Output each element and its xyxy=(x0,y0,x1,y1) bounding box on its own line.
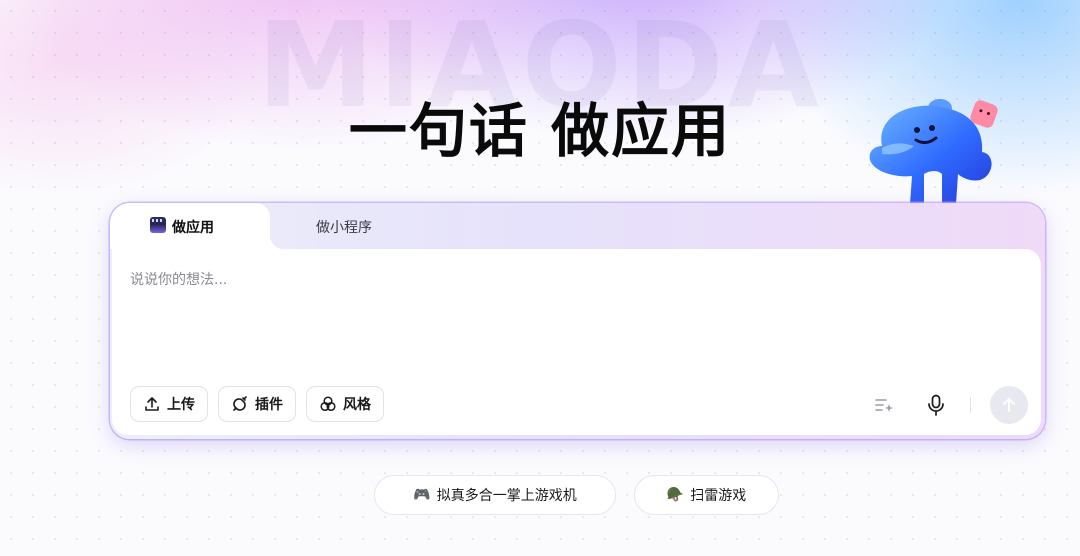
prompt-composer: 做应用 做小程序 上传 插件 风格 xyxy=(110,203,1045,439)
arrow-up-icon xyxy=(1003,398,1015,412)
gamepad-icon: 🎮 xyxy=(413,487,431,503)
composer-body: 上传 插件 风格 xyxy=(112,249,1041,435)
prompt-enhance-icon xyxy=(875,399,893,412)
plugin-button-label: 插件 xyxy=(255,397,283,413)
prompt-input[interactable] xyxy=(130,269,1010,369)
microphone-button[interactable] xyxy=(922,391,950,419)
upload-icon xyxy=(145,397,159,411)
tab-mini-program[interactable]: 做小程序 xyxy=(316,217,372,237)
upload-button[interactable]: 上传 xyxy=(130,386,208,422)
style-icon xyxy=(320,396,336,412)
plugin-icon xyxy=(233,396,247,411)
send-button[interactable] xyxy=(990,386,1028,424)
style-button[interactable]: 风格 xyxy=(306,386,384,422)
helmet-icon: 🪖 xyxy=(666,487,685,503)
prompt-enhance-button[interactable] xyxy=(870,391,898,419)
microphone-icon xyxy=(928,394,944,416)
suggestion-chip-minesweeper[interactable]: 🪖 扫雷游戏 xyxy=(634,475,779,515)
upload-button-label: 上传 xyxy=(167,397,195,413)
mascot-illustration xyxy=(862,96,1012,208)
app-window-icon xyxy=(150,217,166,233)
tab-app-label[interactable]: 做应用 xyxy=(172,217,214,237)
suggestion-label: 拟真多合一掌上游戏机 xyxy=(436,488,577,504)
suggestion-chip-handheld[interactable]: 🎮 拟真多合一掌上游戏机 xyxy=(374,475,616,515)
toolbar-divider xyxy=(970,397,971,413)
style-button-label: 风格 xyxy=(343,397,371,413)
suggestion-label: 扫雷游戏 xyxy=(690,488,747,504)
plugin-button[interactable]: 插件 xyxy=(218,386,296,422)
